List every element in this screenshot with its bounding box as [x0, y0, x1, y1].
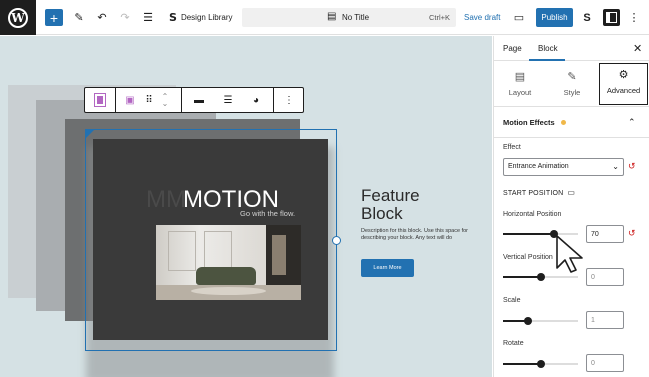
chevron-up-icon: ⌃ [628, 117, 636, 127]
scale-label: Scale [503, 297, 521, 304]
horizontal-position-input[interactable]: 70 [586, 225, 624, 243]
horizontal-position-label: Horizontal Position [503, 211, 562, 218]
feature-description[interactable]: Description for this block. Use this spa… [361, 228, 471, 241]
tab-layout[interactable]: ▤ Layout [496, 66, 544, 104]
section-title: Motion Effects [503, 118, 555, 127]
design-library-label: Design Library [180, 13, 233, 22]
feature-title-line: Feature [361, 186, 420, 205]
inspector-subtabs: ▤ Layout ✎ Style ⚙ Advanced [494, 61, 649, 107]
close-icon[interactable]: ✕ [633, 42, 642, 55]
scale-slider[interactable] [503, 317, 578, 325]
sidebar-tabs: Page Block ✕ [494, 36, 649, 61]
wordpress-logo-button[interactable]: W [0, 0, 36, 35]
editor-top-bar: W + ✎ ↶ ↷ ☰ S Design Library ▤ No Title … [0, 0, 649, 35]
more-vertical-icon[interactable]: ⋮ [628, 9, 640, 26]
modified-indicator [561, 120, 566, 125]
start-position-label: START POSITION [503, 190, 564, 197]
save-draft-button[interactable]: Save draft [464, 13, 500, 22]
effect-select[interactable]: Entrance Animation ⌄ [503, 158, 624, 176]
block-toolbar: ▣ ⠿ ⌃ ⌄ ▬ ☰ ◕ ⋮ [84, 87, 304, 113]
motion-effects-panel-header[interactable]: Motion Effects ⌃ [494, 108, 649, 138]
stackable-icon[interactable]: ◕ [247, 88, 265, 112]
stackable-icon: S [169, 11, 177, 24]
undo-icon[interactable]: ↶ [95, 9, 109, 26]
mouse-cursor-icon [556, 235, 583, 273]
vertical-position-label: Vertical Position [503, 254, 553, 261]
gear-icon: ⚙ [618, 69, 629, 81]
tab-block[interactable]: Block [538, 44, 558, 53]
start-position-heading: START POSITION ▭ [503, 188, 575, 197]
tab-page[interactable]: Page [503, 44, 522, 53]
tab-layout-label: Layout [508, 88, 532, 97]
reset-icon[interactable]: ↺ [628, 228, 636, 239]
columns-icon[interactable] [89, 88, 111, 112]
rotate-label: Rotate [503, 340, 524, 347]
editor-canvas: MM MOTION Go with the flow. Feature Bloc… [0, 36, 492, 377]
settings-sidebar: Page Block ✕ ▤ Layout ✎ Style ⚙ Advanced… [493, 36, 649, 377]
rotate-input[interactable]: 0 [586, 354, 624, 372]
chevron-down-icon: ⌄ [612, 162, 619, 171]
document-title-bar[interactable]: ▤ No Title Ctrl+K [242, 8, 456, 27]
learn-more-button[interactable]: Learn More [361, 259, 414, 277]
reset-icon[interactable]: ↺ [628, 161, 636, 172]
feature-title[interactable]: Feature Block [361, 187, 420, 223]
selected-block-outline [85, 129, 337, 351]
feature-title-line: Block [361, 204, 403, 223]
vertical-position-input[interactable]: 0 [586, 268, 624, 286]
block-corner-marker [85, 129, 95, 139]
effect-select-value: Entrance Animation [508, 163, 569, 170]
publish-button[interactable]: Publish [536, 8, 573, 27]
drag-handle-icon[interactable]: ⠿ [143, 88, 155, 112]
wordpress-icon: W [8, 7, 28, 28]
rotate-slider[interactable] [503, 360, 578, 368]
document-icon: ▤ [327, 11, 337, 22]
scale-input[interactable]: 1 [586, 311, 624, 329]
list-view-icon[interactable]: ☰ [141, 9, 155, 26]
image-icon[interactable]: ▣ [121, 88, 139, 112]
design-library-button[interactable]: S Design Library [169, 9, 233, 26]
effect-label: Effect [503, 144, 521, 151]
desktop-icon[interactable]: ▭ [567, 188, 575, 197]
pencil-icon[interactable]: ✎ [72, 9, 86, 26]
add-block-button[interactable]: + [45, 9, 63, 26]
brush-icon: ✎ [567, 71, 577, 83]
resize-handle[interactable] [332, 236, 341, 245]
tab-style[interactable]: ✎ Style [548, 66, 596, 104]
move-arrows-icon[interactable]: ⌃ ⌄ [159, 88, 171, 112]
justify-icon[interactable]: ☰ [219, 88, 237, 112]
more-options-icon[interactable]: ⋮ [281, 88, 297, 112]
command-shortcut: Ctrl+K [428, 13, 450, 22]
sidebar-toggle-icon[interactable] [603, 9, 620, 26]
tab-style-label: Style [563, 88, 581, 97]
redo-icon[interactable]: ↷ [118, 9, 132, 26]
tab-advanced[interactable]: ⚙ Advanced [599, 63, 648, 105]
vertical-position-slider[interactable] [503, 273, 578, 281]
align-icon[interactable]: ▬ [190, 88, 208, 112]
document-title: No Title [342, 13, 370, 22]
stackable-icon[interactable]: S [580, 9, 594, 26]
layout-icon: ▤ [514, 71, 526, 83]
tab-advanced-label: Advanced [606, 86, 641, 95]
desktop-preview-icon[interactable]: ▭ [512, 9, 526, 26]
